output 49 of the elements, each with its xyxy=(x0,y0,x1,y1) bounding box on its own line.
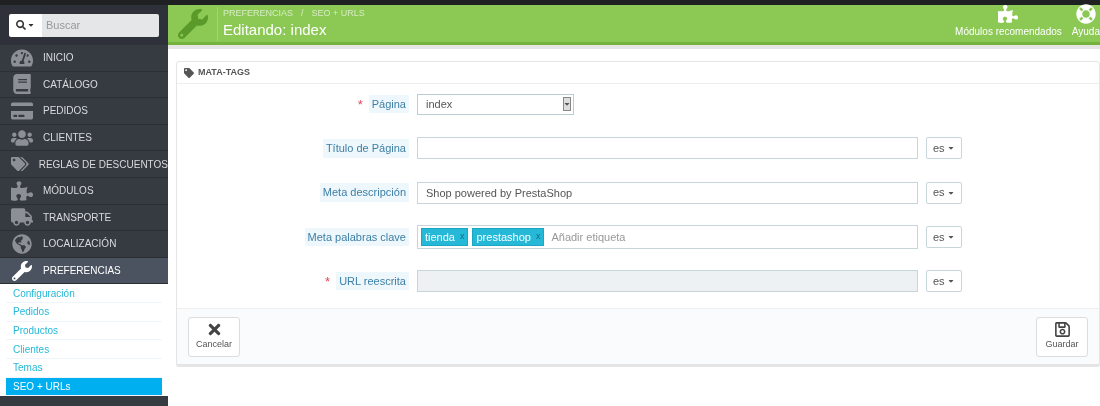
puzzle-icon xyxy=(998,4,1019,24)
tag-input[interactable]: Añadir etiqueta xyxy=(551,228,914,246)
page-title: Editando: index xyxy=(223,20,328,41)
sidebar-item[interactable]: PREFERENCIAS xyxy=(0,257,168,285)
sidebar-item[interactable]: TRANSPORTE xyxy=(0,204,168,232)
language-code: es xyxy=(933,141,945,157)
breadcrumb-separator: / xyxy=(301,6,304,20)
sidebar-item[interactable]: INICIO xyxy=(0,45,168,72)
tag-icon xyxy=(184,67,194,78)
panel-title: MATA-TAGS xyxy=(198,65,250,79)
cancel-button[interactable]: Cancelar xyxy=(188,316,240,357)
sidebar-item[interactable]: REGLAS DE DESCUENTOS xyxy=(0,151,168,178)
sidebar-item[interactable]: CATÁLOGO xyxy=(0,71,168,99)
field-label: Meta palabras clave xyxy=(304,227,409,247)
input-field[interactable]: Shop powered by PrestaShop xyxy=(417,181,918,204)
search-icon xyxy=(16,20,26,30)
dashboard-icon xyxy=(11,47,33,68)
sidebar-item[interactable]: MÓDULOS xyxy=(0,177,168,205)
tag-label: tienda xyxy=(425,229,455,245)
save-button[interactable]: Guardar xyxy=(1036,316,1088,357)
field-label: Meta descripción xyxy=(319,183,409,202)
tag-label: prestashop xyxy=(476,229,531,245)
language-dropdown[interactable]: es xyxy=(926,137,962,160)
sidebar-item[interactable]: CLIENTES xyxy=(0,124,168,152)
help-icon xyxy=(1075,4,1096,24)
sidebar-item[interactable]: LOCALIZACIÓN xyxy=(0,231,168,258)
credit-card-icon xyxy=(11,101,33,121)
people-icon xyxy=(11,127,33,148)
language-dropdown[interactable]: es xyxy=(926,225,962,248)
save-icon xyxy=(1053,321,1071,339)
truck-icon xyxy=(11,207,33,228)
language-code: es xyxy=(933,229,945,245)
language-dropdown[interactable]: es xyxy=(926,181,962,204)
sidebar-item[interactable]: PEDIDOS xyxy=(0,98,168,125)
field-label: Título de Página xyxy=(322,139,409,158)
caret-icon xyxy=(27,21,35,29)
globe-icon xyxy=(11,233,33,254)
puzzle-icon xyxy=(11,180,33,201)
input-field[interactable] xyxy=(417,137,918,160)
wrench-icon xyxy=(11,260,33,281)
book-icon xyxy=(11,74,33,95)
field-label: URL reescrita xyxy=(336,271,409,291)
field-label: Página xyxy=(368,94,409,114)
wrench-icon xyxy=(177,8,208,39)
required-asterisk: * xyxy=(325,274,331,288)
required-asterisk: * xyxy=(357,97,363,111)
page-select[interactable]: index xyxy=(417,93,574,115)
language-code: es xyxy=(933,185,945,201)
language-code: es xyxy=(933,273,945,289)
